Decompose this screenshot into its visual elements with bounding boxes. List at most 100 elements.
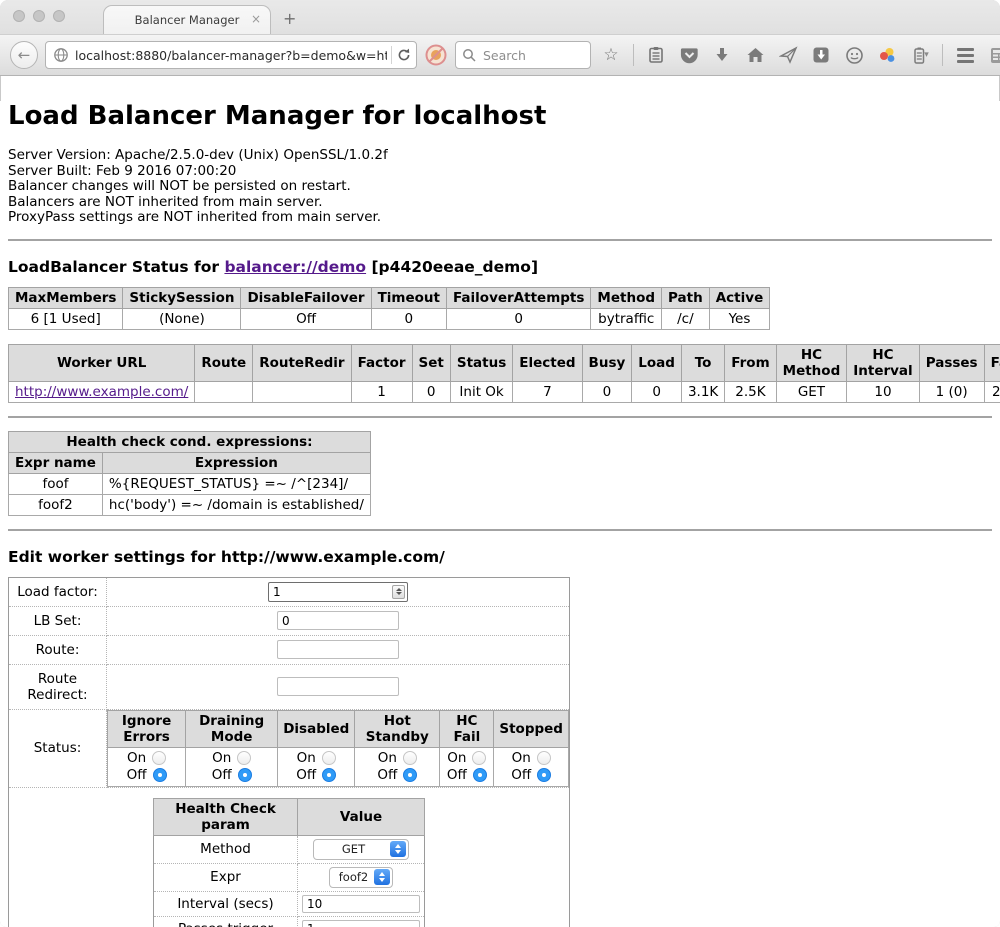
battery-extension-button[interactable]: ▾: [907, 42, 933, 68]
column-header: Factor: [351, 344, 412, 381]
cell-stickysession: (None): [123, 308, 241, 329]
zoom-window-button[interactable]: [53, 10, 65, 22]
on-label: On: [127, 750, 146, 766]
close-window-button[interactable]: [13, 10, 25, 22]
chat-extension-button[interactable]: [841, 42, 867, 68]
interval-input[interactable]: [302, 895, 420, 913]
lb-set-input[interactable]: [277, 611, 399, 630]
column-header: Load: [632, 344, 682, 381]
tab-close-icon[interactable]: ×: [251, 12, 261, 26]
hot-standby-on-radio[interactable]: [403, 751, 417, 765]
route-input[interactable]: [277, 640, 399, 659]
edit-worker-heading: Edit worker settings for http://www.exam…: [8, 548, 992, 566]
hc-row-passes: Passes trigger: [154, 916, 425, 927]
cell-to: 3.1K: [681, 381, 724, 402]
search-bar[interactable]: [455, 41, 591, 69]
downloads-button[interactable]: [709, 42, 735, 68]
search-input[interactable]: [481, 47, 581, 64]
cell-hc-interval: 10: [847, 381, 919, 402]
search-icon: [462, 48, 476, 62]
table-row: foof %{REQUEST_STATUS} =~ /^[234]/: [9, 473, 371, 494]
tab-balancer-manager[interactable]: Balancer Manager ×: [103, 5, 271, 34]
balancer-demo-link[interactable]: balancer://demo: [224, 258, 366, 276]
off-label: Off: [127, 767, 147, 783]
url-bar[interactable]: localhost:8880/balancer-manager?b=demo&w…: [45, 41, 417, 69]
method-select[interactable]: GET: [313, 839, 409, 860]
cell-path: /c/: [662, 308, 710, 329]
back-button[interactable]: ←: [10, 41, 38, 69]
column-header: RouteRedir: [253, 344, 351, 381]
send-tab-button[interactable]: [775, 42, 801, 68]
divider: [8, 239, 992, 241]
pocket-button[interactable]: [676, 42, 702, 68]
load-factor-input[interactable]: [268, 582, 408, 602]
browser-window: Balancer Manager × + ← localhost:8880/ba…: [0, 0, 1000, 927]
draining-mode-off-radio[interactable]: [238, 768, 252, 782]
page-tools-button[interactable]: [985, 42, 1000, 68]
column-header: HC Method: [776, 344, 847, 381]
worker-row: http://www.example.com/ 1 0 Init Ok 7 0 …: [9, 381, 1000, 402]
color-dots-icon: [878, 46, 897, 65]
cell-route: [195, 381, 253, 402]
cell-load: 0: [632, 381, 682, 402]
content-blocker-icon[interactable]: [424, 43, 448, 67]
url-text[interactable]: localhost:8880/balancer-manager?b=demo&w…: [75, 48, 387, 63]
table-row: foof2 hc('body') =~ /domain is establish…: [9, 494, 371, 515]
form-row-lb-set: LB Set:: [9, 606, 570, 635]
column-header: Worker URL: [9, 344, 195, 381]
off-label: Off: [377, 767, 397, 783]
disabled-on-radio[interactable]: [322, 751, 336, 765]
route-redirect-input[interactable]: [277, 677, 399, 696]
hc-fail-off-radio[interactable]: [473, 768, 487, 782]
disabled-off-radio[interactable]: [322, 768, 336, 782]
passes-input[interactable]: [302, 920, 420, 927]
column-header: Disabled: [278, 710, 355, 747]
number-stepper-icon[interactable]: [392, 585, 405, 599]
hot-standby-off-radio[interactable]: [403, 768, 417, 782]
cell-routeredir: [253, 381, 351, 402]
download-helper-button[interactable]: [808, 42, 834, 68]
dropdown-caret-icon: ▾: [924, 50, 929, 60]
column-header: To: [681, 344, 724, 381]
menu-button[interactable]: [952, 42, 978, 68]
divider: [8, 529, 992, 531]
bookmark-button[interactable]: ☆: [598, 42, 624, 68]
table-row: 6 [1 Used] (None) Off 0 0 bytraffic /c/ …: [9, 308, 770, 329]
balancer-status-table: MaxMembers StickySession DisableFailover…: [8, 287, 770, 330]
home-button[interactable]: [742, 42, 768, 68]
ignore-errors-off-radio[interactable]: [153, 768, 167, 782]
stopped-on-radio[interactable]: [537, 751, 551, 765]
minimize-window-button[interactable]: [33, 10, 45, 22]
column-header: Path: [662, 287, 710, 308]
form-row-health-check: Health Check param Value Method GET: [9, 787, 570, 927]
worker-url-link[interactable]: http://www.example.com/: [15, 384, 188, 400]
star-icon: ☆: [603, 47, 618, 64]
smiley-icon: [845, 46, 864, 65]
colorful-extension-button[interactable]: [874, 42, 900, 68]
cell-hc-method: GET: [776, 381, 847, 402]
cell-timeout: 0: [371, 308, 446, 329]
column-header: Fails: [984, 344, 1000, 381]
draining-mode-on-radio[interactable]: [237, 751, 251, 765]
new-tab-button[interactable]: +: [283, 9, 296, 28]
reload-icon[interactable]: [396, 47, 412, 63]
expr-select[interactable]: foof2: [329, 867, 393, 888]
cell-method: bytraffic: [591, 308, 662, 329]
stopped-off-radio[interactable]: [537, 768, 551, 782]
hc-fail-on-radio[interactable]: [472, 751, 486, 765]
sidebar-button[interactable]: [643, 42, 669, 68]
select-arrows-icon: [374, 869, 390, 885]
cell-factor: 1: [351, 381, 412, 402]
proxypass-note-line: ProxyPass settings are NOT inherited fro…: [8, 210, 992, 226]
tab-title: Balancer Manager: [135, 13, 240, 27]
column-header: Set: [412, 344, 450, 381]
on-label: On: [297, 750, 316, 766]
route-label: Route:: [9, 635, 107, 664]
edit-worker-form: Load factor: LB Set: Route: Route Redire…: [8, 577, 570, 927]
form-row-load-factor: Load factor:: [9, 577, 570, 606]
persist-note-line: Balancer changes will NOT be persisted o…: [8, 179, 992, 195]
ignore-errors-on-radio[interactable]: [152, 751, 166, 765]
select-arrows-icon: [390, 841, 406, 857]
method-label: Method: [154, 835, 298, 863]
tab-bar: Balancer Manager × +: [0, 0, 1000, 34]
